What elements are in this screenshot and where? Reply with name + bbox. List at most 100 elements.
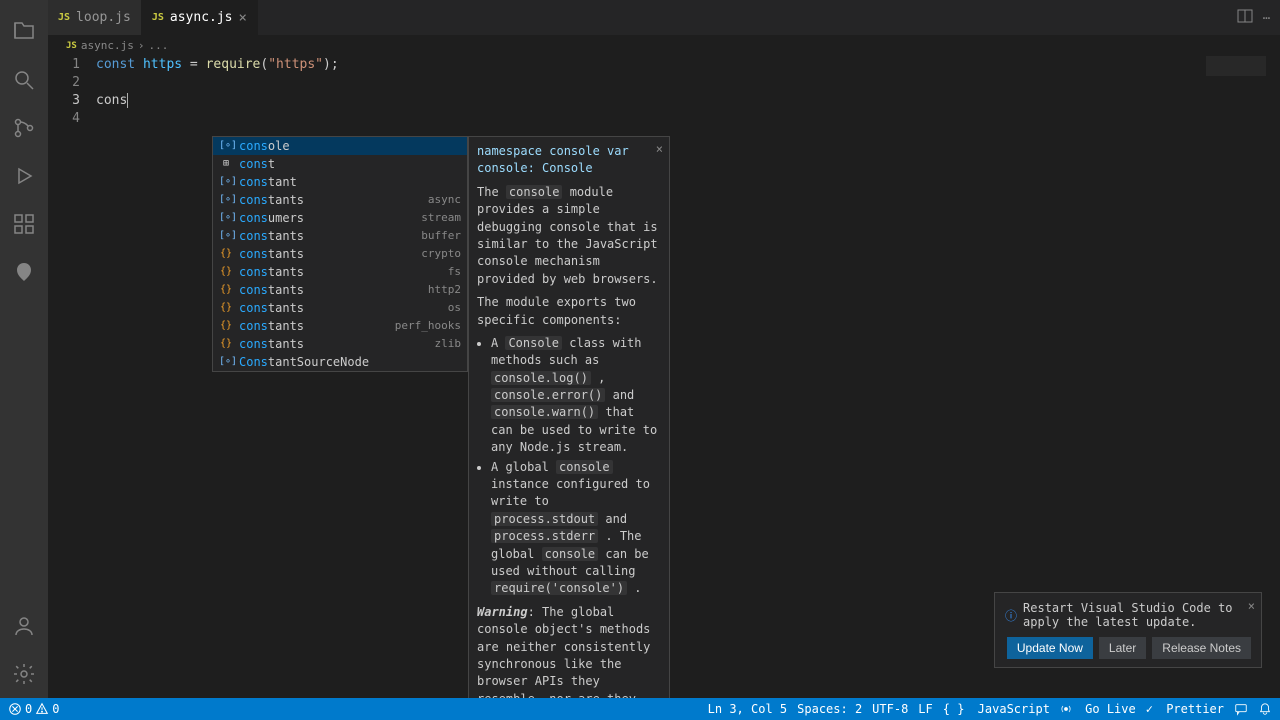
suggestion-item[interactable]: {}constantszlib <box>213 335 467 353</box>
suggestion-kind-icon: [∘] <box>219 209 233 227</box>
breadcrumb-more: ... <box>148 39 168 52</box>
suggestion-kind-icon: {} <box>219 245 233 263</box>
search-icon[interactable] <box>0 56 48 104</box>
suggestion-detail: os <box>448 299 461 317</box>
suggestion-item[interactable]: {} constantscrypto <box>213 245 467 263</box>
details-header: namespace console var console: Console <box>477 143 661 178</box>
suggest-widget[interactable]: [∘]console⊞const[∘]constant[∘]constantsa… <box>212 136 468 372</box>
suggestion-detail: stream <box>421 209 461 227</box>
js-file-icon: JS <box>58 12 70 23</box>
suggestion-label: constants <box>239 191 428 209</box>
suggestion-item[interactable]: [∘] ConstantSourceNode <box>213 353 467 371</box>
update-now-button[interactable]: Update Now <box>1007 637 1093 659</box>
suggestion-item[interactable]: {} constantsfs <box>213 263 467 281</box>
suggestion-kind-icon: {} <box>219 335 233 353</box>
code-var: https <box>143 57 182 72</box>
details-para: The module exports two specific componen… <box>477 294 661 329</box>
suggestion-label: console <box>239 137 461 155</box>
suggestion-item[interactable]: {}constantsperf_hooks <box>213 317 467 335</box>
settings-gear-icon[interactable] <box>0 650 48 698</box>
suggestion-detail: crypto <box>421 245 461 263</box>
status-encoding[interactable]: UTF-8 <box>872 702 908 716</box>
tab-row: JS loop.js JS async.js × ⋯ <box>48 0 1280 35</box>
close-icon[interactable]: × <box>1248 599 1255 613</box>
info-icon: ⓘ <box>1005 607 1017 624</box>
js-file-icon: JS <box>152 12 164 23</box>
extensions-icon[interactable] <box>0 200 48 248</box>
suggestion-detail: buffer <box>421 227 461 245</box>
code-fn: require <box>206 57 261 72</box>
minimap-slider[interactable] <box>1206 56 1266 76</box>
suggestion-item[interactable]: {} constantshttp2 <box>213 281 467 299</box>
status-prettier[interactable]: ✓ Prettier <box>1146 702 1224 716</box>
suggestion-label: constants <box>239 317 395 335</box>
tab-loop-js[interactable]: JS loop.js <box>48 0 142 35</box>
suggestion-details[interactable]: × namespace console var console: Console… <box>468 136 670 698</box>
status-eol[interactable]: LF <box>918 702 932 716</box>
editor-area: JS loop.js JS async.js × ⋯ JS async.js ›… <box>48 0 1280 698</box>
breadcrumb-sep: › <box>138 39 145 52</box>
suggestion-kind-icon: [∘] <box>219 227 233 245</box>
explorer-icon[interactable] <box>0 8 48 56</box>
suggestion-label: constants <box>239 335 435 353</box>
quokka-icon[interactable] <box>0 248 48 296</box>
breadcrumb-file: async.js <box>81 39 134 52</box>
status-bar: 0 0 Ln 3, Col 5 Spaces: 2 UTF-8 LF { } J… <box>0 698 1280 720</box>
tab-label: async.js <box>170 10 233 25</box>
suggestion-label: consumers <box>239 209 421 227</box>
debug-icon[interactable] <box>0 152 48 200</box>
suggestion-item[interactable]: ⊞const <box>213 155 467 173</box>
suggestion-item[interactable]: [∘] constant <box>213 173 467 191</box>
suggestion-kind-icon: {} <box>219 263 233 281</box>
suggestion-item[interactable]: [∘] constantsasync <box>213 191 467 209</box>
suggestion-detail: perf_hooks <box>395 317 461 335</box>
source-control-icon[interactable] <box>0 104 48 152</box>
status-bell-icon[interactable] <box>1258 702 1272 716</box>
suggestion-item[interactable]: {} constantsos <box>213 299 467 317</box>
notification-message: Restart Visual Studio Code to apply the … <box>1023 601 1251 629</box>
status-lang[interactable]: { } JavaScript <box>943 702 1050 716</box>
suggestion-detail: http2 <box>428 281 461 299</box>
suggestion-detail: fs <box>448 263 461 281</box>
suggestion-label: constants <box>239 281 428 299</box>
suggestion-item[interactable]: [∘]constantsbuffer <box>213 227 467 245</box>
details-list: A Console class with methods such as con… <box>491 335 661 598</box>
account-icon[interactable] <box>0 602 48 650</box>
suggestion-item[interactable]: [∘] console <box>213 137 467 155</box>
suggestion-kind-icon: [∘] <box>219 173 233 191</box>
split-editor-icon[interactable] <box>1237 8 1253 27</box>
activity-bar <box>0 0 48 698</box>
suggestion-label: constant <box>239 173 461 191</box>
status-errors[interactable]: 0 0 <box>8 702 59 716</box>
breadcrumb[interactable]: JS async.js › ... <box>48 35 1280 56</box>
status-feedback-icon[interactable] <box>1234 702 1248 716</box>
suggestion-label: const <box>239 155 461 173</box>
tab-label: loop.js <box>76 10 131 25</box>
more-actions-icon[interactable]: ⋯ <box>1263 11 1270 25</box>
later-button[interactable]: Later <box>1099 637 1146 659</box>
close-icon[interactable]: × <box>656 141 663 158</box>
suggestion-kind-icon: {} <box>219 281 233 299</box>
close-icon[interactable]: × <box>239 10 247 26</box>
status-golive[interactable]: Go Live <box>1060 702 1136 716</box>
code-str: "https" <box>268 57 323 72</box>
suggestion-item[interactable]: [∘] consumersstream <box>213 209 467 227</box>
suggestion-kind-icon: {} <box>219 299 233 317</box>
suggestion-label: constants <box>239 245 421 263</box>
status-line-col[interactable]: Ln 3, Col 5 <box>708 702 787 716</box>
typed-text: cons <box>96 93 127 108</box>
suggestion-kind-icon: [∘] <box>219 137 233 155</box>
tab-async-js[interactable]: JS async.js × <box>142 0 258 35</box>
details-para: The console module provides a simple deb… <box>477 184 661 288</box>
suggestion-label: ConstantSourceNode <box>239 353 461 371</box>
details-warning: Warning: The global console object's met… <box>477 604 661 698</box>
status-spaces[interactable]: Spaces: 2 <box>797 702 862 716</box>
release-notes-button[interactable]: Release Notes <box>1152 637 1251 659</box>
scrollbar[interactable] <box>1266 56 1280 698</box>
suggestion-detail: async <box>428 191 461 209</box>
js-file-icon: JS <box>66 41 77 51</box>
suggestion-label: constants <box>239 299 448 317</box>
suggestion-label: constants <box>239 263 448 281</box>
suggestion-kind-icon: [∘] <box>219 353 233 371</box>
suggestion-kind-icon: [∘] <box>219 191 233 209</box>
